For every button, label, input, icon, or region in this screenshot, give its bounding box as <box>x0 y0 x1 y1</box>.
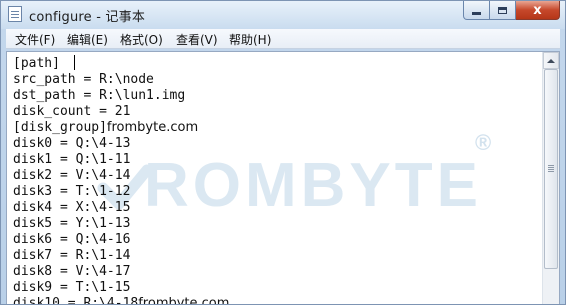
text-line: disk0 = Q:\4-13 <box>13 136 131 151</box>
text-content[interactable]: [path] src_path = R:\node dst_path = R:\… <box>7 52 543 305</box>
menu-help[interactable]: 帮助(H) <box>229 31 271 48</box>
notepad-window: configure - 记事本 x 文件(F) 编辑(E) 格式(O) 查看(V… <box>0 0 566 305</box>
maximize-button[interactable] <box>490 1 516 20</box>
vertical-scrollbar[interactable] <box>542 52 559 304</box>
menu-format[interactable]: 格式(O) <box>120 31 163 48</box>
title-bar[interactable]: configure - 记事本 x <box>1 1 565 29</box>
caption-buttons: x <box>463 1 560 21</box>
menu-view[interactable]: 查看(V) <box>176 31 218 48</box>
minimize-icon <box>472 11 481 15</box>
text-line: disk1 = Q:\1-11 <box>13 152 131 167</box>
text-line: disk2 = V:\4-14 <box>13 168 131 183</box>
notepad-icon <box>8 6 22 22</box>
text-line: src_path = R:\node <box>13 72 154 87</box>
text-line: disk8 = V:\4-17 <box>13 264 131 279</box>
text-line: [path] <box>13 56 60 71</box>
text-line: disk7 = R:\1-14 <box>13 248 131 263</box>
maximize-icon <box>498 6 507 14</box>
text-line: disk3 = T:\1-12 <box>13 184 131 199</box>
text-caret <box>74 55 75 70</box>
scroll-thumb[interactable] <box>544 69 558 269</box>
text-line: disk9 = T:\1-15 <box>13 280 131 295</box>
menu-bar: 文件(F) 编辑(E) 格式(O) 查看(V) 帮助(H) <box>6 29 560 49</box>
text-line: disk4 = X:\4-15 <box>13 200 131 215</box>
close-icon: x <box>533 2 542 18</box>
arrow-up-icon <box>547 58 555 63</box>
text-line: disk6 = Q:\4-16 <box>13 232 131 247</box>
text-line: dst_path = R:\lun1.img <box>13 88 186 103</box>
menu-edit[interactable]: 编辑(E) <box>67 31 108 48</box>
text-line: disk5 = Y:\1-13 <box>13 216 131 231</box>
scroll-up-button[interactable] <box>543 52 559 69</box>
text-line: disk_count = 21 <box>13 104 131 119</box>
grip-icon <box>548 165 554 166</box>
text-editor[interactable]: ROMBYTE ® [path] src_path = R:\node dst_… <box>6 51 560 305</box>
window-title: configure - 记事本 <box>29 10 146 25</box>
minimize-button[interactable] <box>463 1 490 20</box>
text-line: [disk_group]frombyte.com <box>13 120 199 135</box>
text-line: disk10 = R:\4-18frombyte.com <box>13 296 230 305</box>
menu-file[interactable]: 文件(F) <box>15 31 55 48</box>
close-button[interactable]: x <box>516 1 560 20</box>
